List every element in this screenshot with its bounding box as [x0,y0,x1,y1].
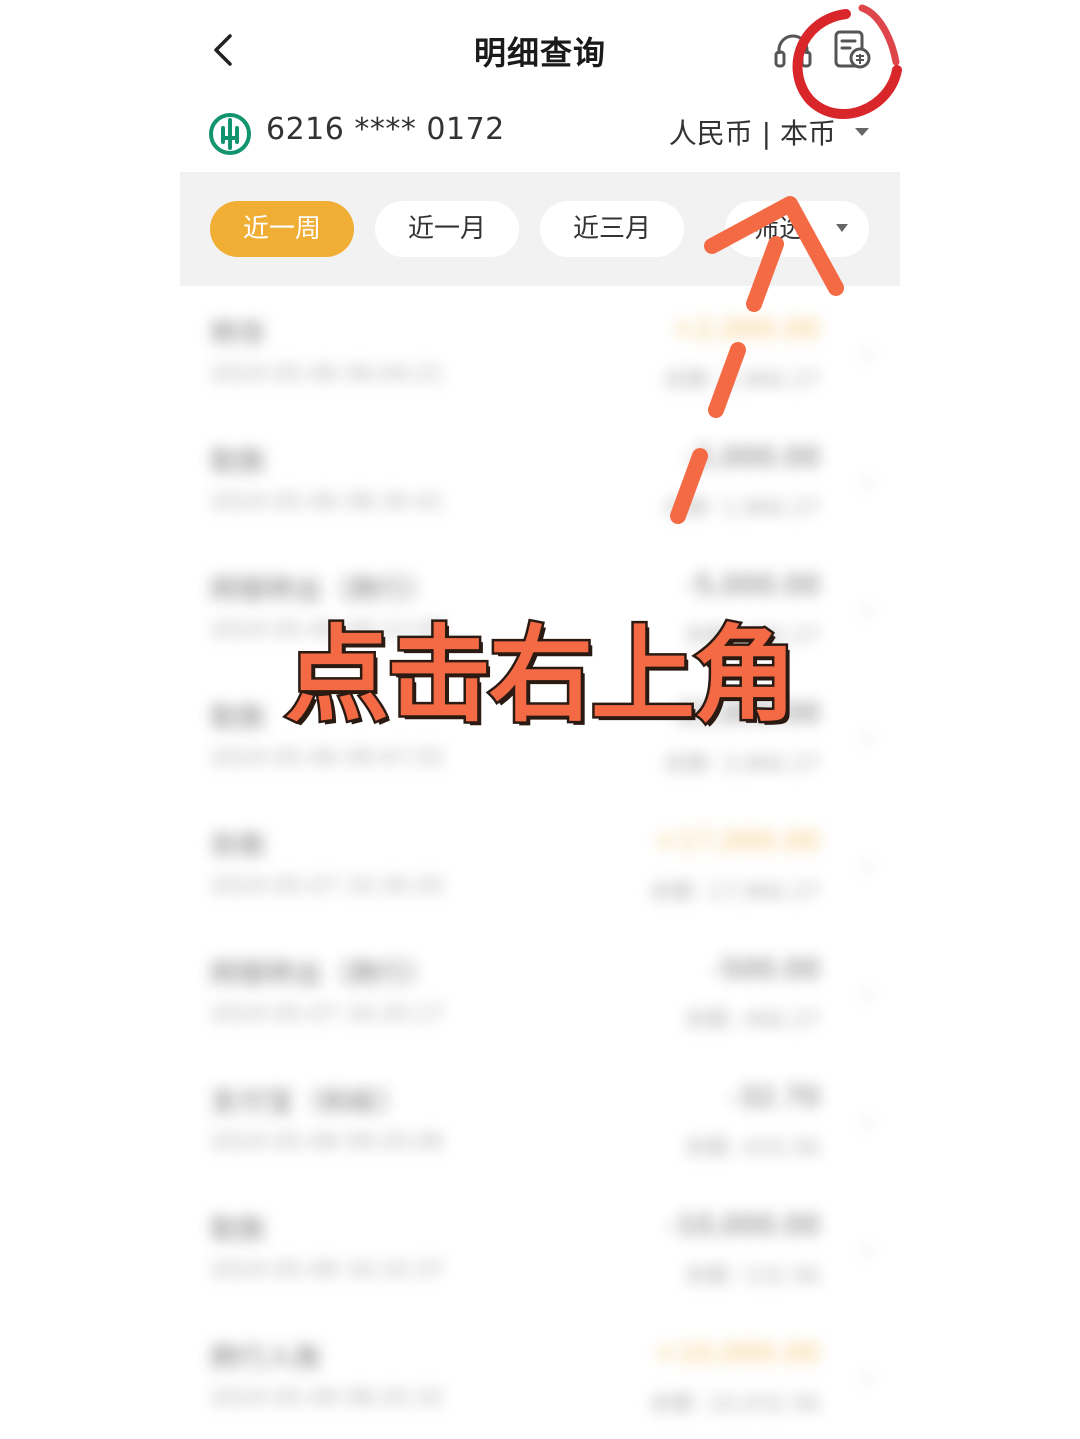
transaction-title: 取款 [210,1213,267,1246]
chevron-right-icon: › [860,1360,872,1393]
transaction-date: 2024-05-06 08:30:41 [210,490,444,515]
header: 明细查询 [180,0,900,100]
transaction-amount: +17,000.00 [654,824,820,857]
transaction-title: 跨行入账 [210,1341,323,1374]
currency-selector[interactable]: 人民币 | 本币 [669,112,836,152]
transaction-row[interactable]: 网银转出（跨行） -500.00 2024-05-07 16:20:17 余额: 46… [180,926,900,1054]
transaction-balance: 余额: 10,032.56 [649,1392,820,1417]
account-number[interactable]: 6216 **** 0172 [266,112,505,147]
transaction-title: 存款 [210,829,267,862]
transaction-row[interactable]: 取款 -2,000.00 2024-05-06 08:30:41 余额: 1,966.… [180,414,900,542]
transaction-date: 2024-05-06 06:04:21 [210,362,444,387]
chevron-right-icon: › [860,464,872,497]
caret-down-icon [836,224,848,232]
transaction-date: 2024-05-09 08:20:32 [210,1386,444,1411]
transaction-amount: +2,000.00 [671,312,820,345]
transaction-balance: 余额: 2,966.27 [663,368,820,393]
transaction-date: 2024-05-08 09:20:06 [210,1130,444,1155]
transaction-title: 网银转出（跨行） [210,957,435,990]
transaction-amount: +10,000.00 [654,1336,820,1369]
transaction-balance: 余额: 132.56 [684,1264,820,1289]
transaction-date: 2024-05-07 10:30:20 [210,874,444,899]
annotation-text: 点击右上角 [282,612,799,739]
chevron-right-icon: › [860,976,872,1009]
account-row: 6216 **** 0172 人民币 | 本币 [180,100,900,172]
filter-label: 筛选 [753,214,806,244]
filter-dropdown[interactable]: 筛选 [725,201,869,257]
chevron-right-icon: › [860,1104,872,1137]
transaction-amount: -2,000.00 [685,440,820,473]
transaction-amount: -32.70 [729,1080,820,1113]
transaction-date: 2024-05-06 09:47:55 [210,746,444,771]
transaction-amount: -10,000.00 [667,1208,820,1241]
caret-down-icon[interactable] [854,126,870,138]
transaction-balance: 余额: 1,966.27 [663,496,820,521]
chevron-right-icon: › [860,1232,872,1265]
transaction-balance: 余额: 466.27 [684,1008,820,1033]
transaction-list: 转存 +2,000.00 2024-05-06 06:04:21 余额: 2,966.… [180,286,900,1439]
transaction-row[interactable]: 跨行入账 +10,000.00 2024-05-09 08:20:32 余额: 10,… [180,1310,900,1438]
transaction-balance: 余额: 433.56 [684,1136,820,1161]
date-filter-bar: 近一周 近一月 近三月 筛选 [180,172,900,286]
transaction-amount: -500.00 [711,952,820,985]
transaction-date: 2024-05-08 16:10:37 [210,1258,444,1283]
transaction-row[interactable]: 支付宝（蚂蚁） -32.70 2024-05-08 09:20:06 余额: 433.… [180,1054,900,1182]
transaction-title: 转存 [210,317,267,350]
transaction-title: 取款 [210,445,267,478]
tab-last-month[interactable]: 近一月 [375,201,519,257]
headset-icon[interactable] [772,30,814,72]
transaction-row[interactable]: 取款 -10,000.00 2024-05-08 16:10:37 余额: 132.5… [180,1182,900,1310]
transaction-balance: 余额: 3,966.27 [663,752,820,777]
chevron-right-icon: › [860,336,872,369]
statement-document-icon[interactable] [830,28,874,72]
tab-last-three-months[interactable]: 近三月 [540,201,684,257]
tab-last-week[interactable]: 近一周 [210,201,354,257]
transaction-title: 支付宝（蚂蚁） [210,1085,407,1118]
abc-bank-logo [209,113,251,155]
transaction-row[interactable]: 转存 +2,000.00 2024-05-06 06:04:21 余额: 2,966.… [180,286,900,414]
transaction-balance: 余额: 17,966.27 [649,880,820,905]
transaction-row[interactable]: 存款 +17,000.00 2024-05-07 10:30:20 余额: 17,96… [180,798,900,926]
transaction-date: 2024-05-07 16:20:17 [210,1002,444,1027]
chevron-right-icon: › [860,848,872,881]
